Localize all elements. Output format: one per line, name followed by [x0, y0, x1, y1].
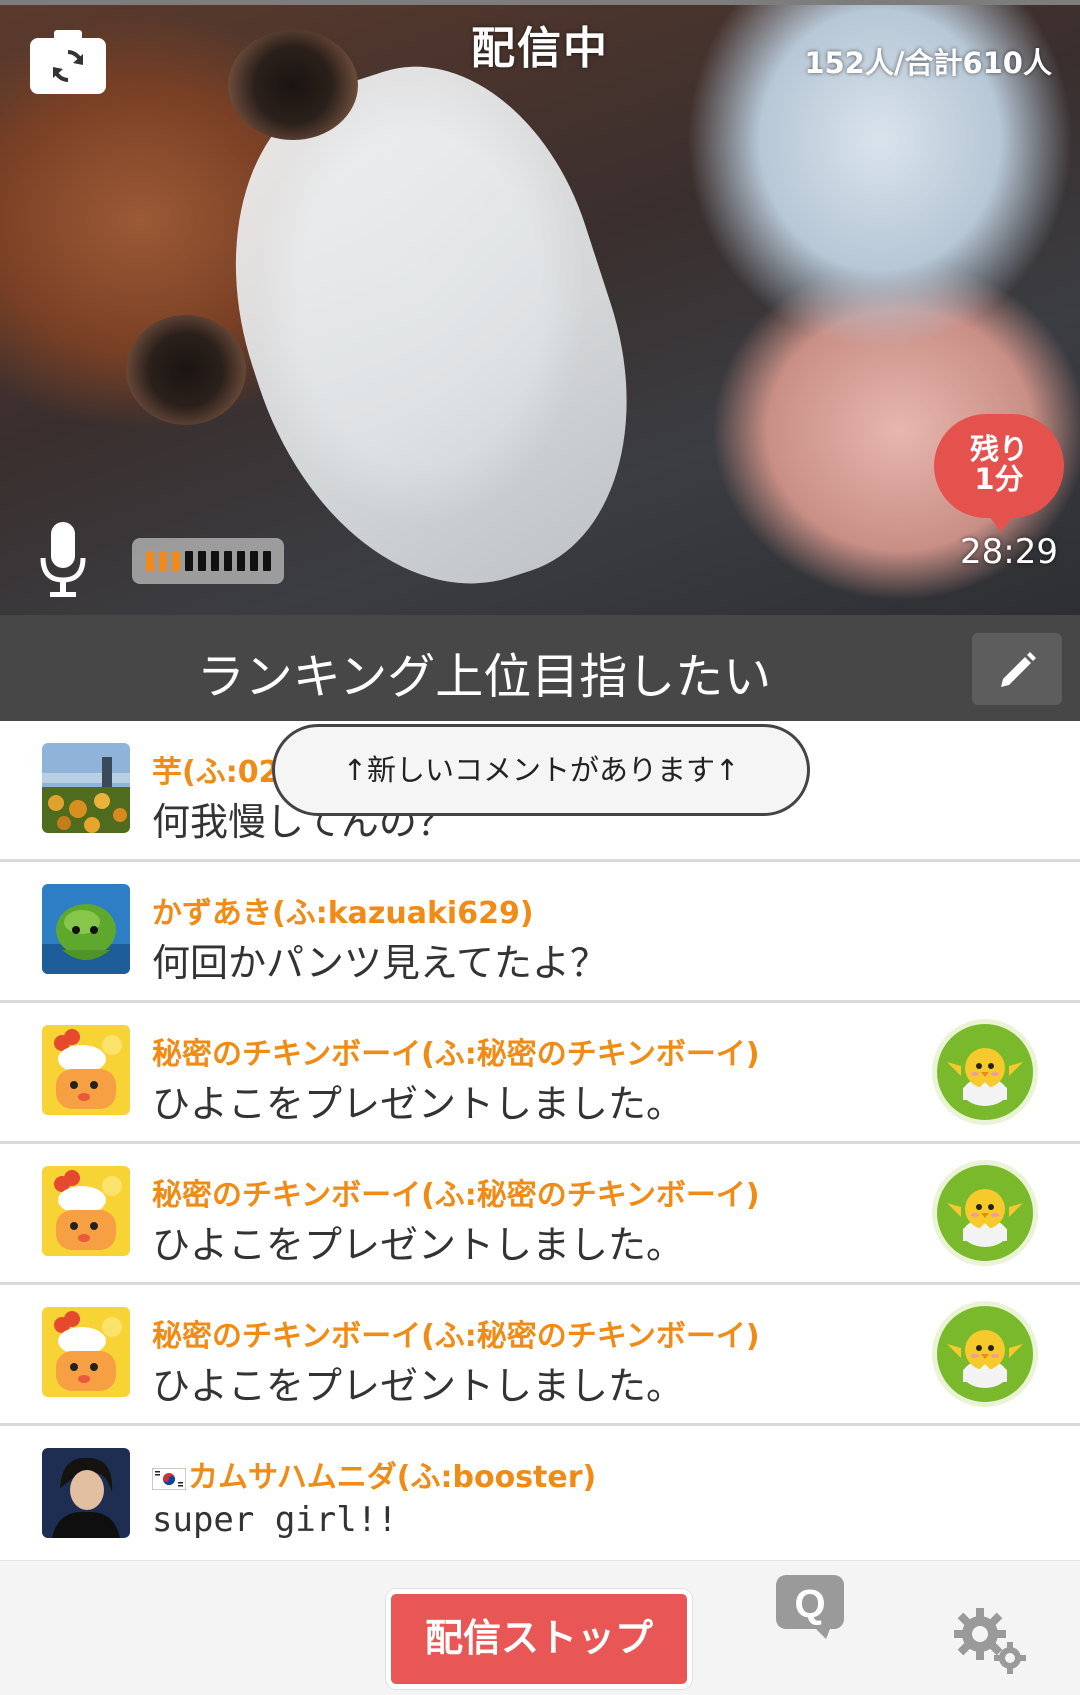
- comment-row: 秘密のチキンボーイ(ふ:秘密のチキンボーイ) ひよこをプレゼントしました。: [0, 1144, 1080, 1285]
- mic-level-segment: [145, 551, 154, 571]
- comment-author[interactable]: かずあき(ふ:kazuaki629): [152, 888, 534, 932]
- landscape-avatar[interactable]: [42, 743, 130, 833]
- comment-text: ひよこをプレゼントしました。: [152, 1223, 685, 1267]
- chick-gift-icon: [932, 1019, 1038, 1125]
- chick-gift-icon: [932, 1160, 1038, 1266]
- broadcast-title-bar: ランキング上位目指したい: [0, 615, 1080, 721]
- edit-title-button[interactable]: [972, 633, 1062, 705]
- comment-row: かずあき(ふ:kazuaki629) 何回かパンツ見えてたよ？: [0, 862, 1080, 1003]
- comment-text: ひよこをプレゼントしました。: [152, 1364, 685, 1408]
- chicken-avatar[interactable]: [42, 1307, 130, 1397]
- person-avatar[interactable]: [42, 1448, 130, 1538]
- chick-gift-icon: [932, 1301, 1038, 1407]
- preview-eye-shape: [126, 315, 246, 425]
- mic-level-segment: [262, 551, 271, 571]
- comment-row: カムサハムニダ(ふ:booster) super girl!!: [0, 1426, 1080, 1556]
- camera-preview: [0, 0, 1080, 615]
- green-character-avatar[interactable]: [42, 884, 130, 974]
- comment-author[interactable]: 秘密のチキンボーイ(ふ:秘密のチキンボーイ): [152, 1029, 760, 1073]
- mic-level-segment: [197, 551, 206, 571]
- mic-level-meter: [132, 538, 284, 584]
- question-button[interactable]: Q: [776, 1575, 844, 1639]
- remaining-time-badge: 残り 1分: [934, 414, 1064, 532]
- viewer-count: 152人/合計610人: [804, 46, 1052, 80]
- microphone-icon[interactable]: [38, 520, 88, 600]
- comment-author[interactable]: 秘密のチキンボーイ(ふ:秘密のチキンボーイ): [152, 1311, 760, 1355]
- mic-level-segment: [223, 551, 232, 571]
- comment-row: 秘密のチキンボーイ(ふ:秘密のチキンボーイ) ひよこをプレゼントしました。: [0, 1003, 1080, 1144]
- bottom-toolbar: 配信ストップ: [0, 1560, 1080, 1695]
- comment-author-row[interactable]: カムサハムニダ(ふ:booster): [151, 1452, 597, 1496]
- comment-list[interactable]: 芋(ふ:02 何我慢してんの？ かずあき(ふ:kazuaki629) 何回かパン…: [0, 721, 1080, 1556]
- mic-level-segment: [171, 551, 180, 571]
- new-comments-notice[interactable]: ↑新しいコメントがあります↑: [272, 724, 810, 816]
- comment-text: 何回かパンツ見えてたよ？: [152, 941, 609, 985]
- comment-row: 秘密のチキンボーイ(ふ:秘密のチキンボーイ) ひよこをプレゼントしました。: [0, 1285, 1080, 1426]
- comment-author[interactable]: 芋(ふ:02: [152, 747, 279, 791]
- settings-gear-icon[interactable]: [950, 1604, 1030, 1676]
- comment-author[interactable]: 秘密のチキンボーイ(ふ:秘密のチキンボーイ): [152, 1170, 760, 1214]
- broadcast-title: ランキング上位目指したい: [196, 649, 772, 705]
- top-divider: [0, 0, 1080, 5]
- mic-level-segment: [184, 551, 193, 571]
- broadcast-screen: 配信中 152人/合計610人 残り 1分 28:29 ランキング上位目指したい: [0, 0, 1080, 1695]
- korea-flag-icon: [151, 1467, 187, 1490]
- comment-text: ひよこをプレゼントしました。: [152, 1082, 685, 1126]
- remaining-badge-line1: 残り: [969, 432, 1028, 466]
- mic-level-segment: [210, 551, 219, 571]
- chicken-avatar[interactable]: [42, 1166, 130, 1256]
- chicken-avatar[interactable]: [42, 1025, 130, 1115]
- pencil-icon: [1001, 652, 1036, 687]
- stop-broadcast-button[interactable]: 配信ストップ: [386, 1589, 692, 1689]
- question-button-label: Q: [794, 1582, 825, 1626]
- mic-level-segment: [158, 551, 167, 571]
- remaining-badge-line2: 1分: [974, 462, 1024, 496]
- mic-level-segment: [236, 551, 245, 571]
- comment-text: super girl!!: [152, 1500, 398, 1540]
- comment-author: カムサハムニダ(ふ:booster): [188, 1460, 597, 1495]
- elapsed-time: 28:29: [960, 532, 1058, 572]
- mic-level-segment: [249, 551, 258, 571]
